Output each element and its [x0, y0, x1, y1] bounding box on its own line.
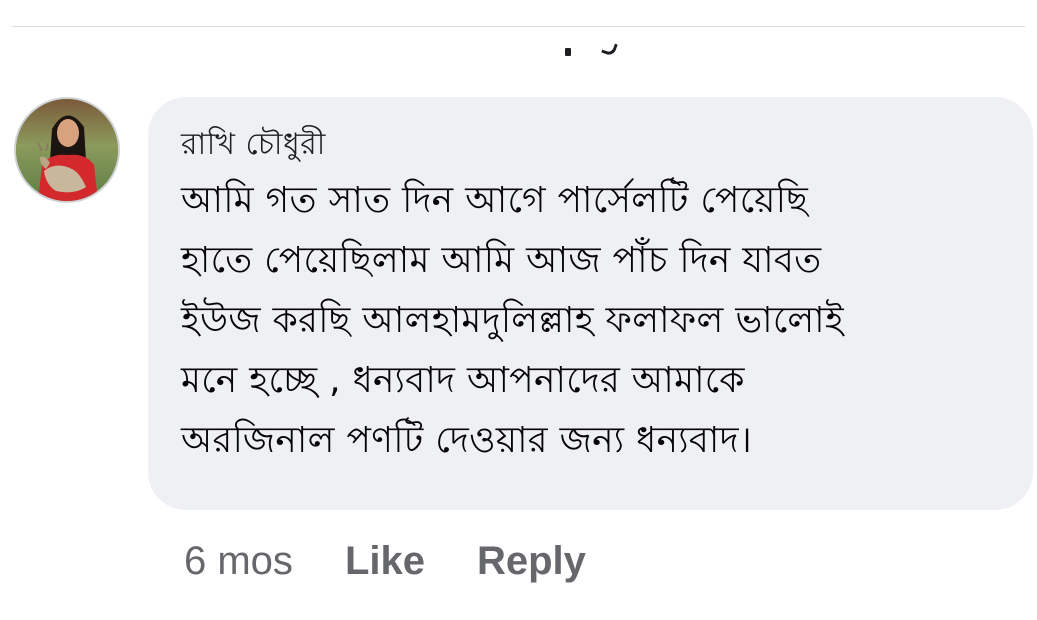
comment-text: আমি গত সাত দিন আগে পার্সেলটি পেয়েছি হাত…	[181, 180, 844, 461]
user-photo-avatar-icon	[16, 99, 118, 201]
comment-bubble: রাখি চৌধুরী আমি গত সাত দিন আগে পার্সেলটি…	[148, 97, 1033, 510]
like-button[interactable]: Like	[345, 539, 425, 584]
previous-comment-clipped-text	[563, 38, 623, 62]
top-divider	[12, 26, 1025, 27]
clipped-glyph	[565, 48, 571, 56]
comment-timestamp[interactable]: 6 mos	[184, 539, 293, 584]
clipped-glyph	[601, 40, 618, 57]
comment-author-name[interactable]: রাখি চৌধুরী	[181, 125, 1003, 165]
reply-button[interactable]: Reply	[477, 539, 586, 584]
comment-actions: 6 mos Like Reply	[184, 536, 638, 586]
avatar[interactable]	[14, 97, 120, 203]
